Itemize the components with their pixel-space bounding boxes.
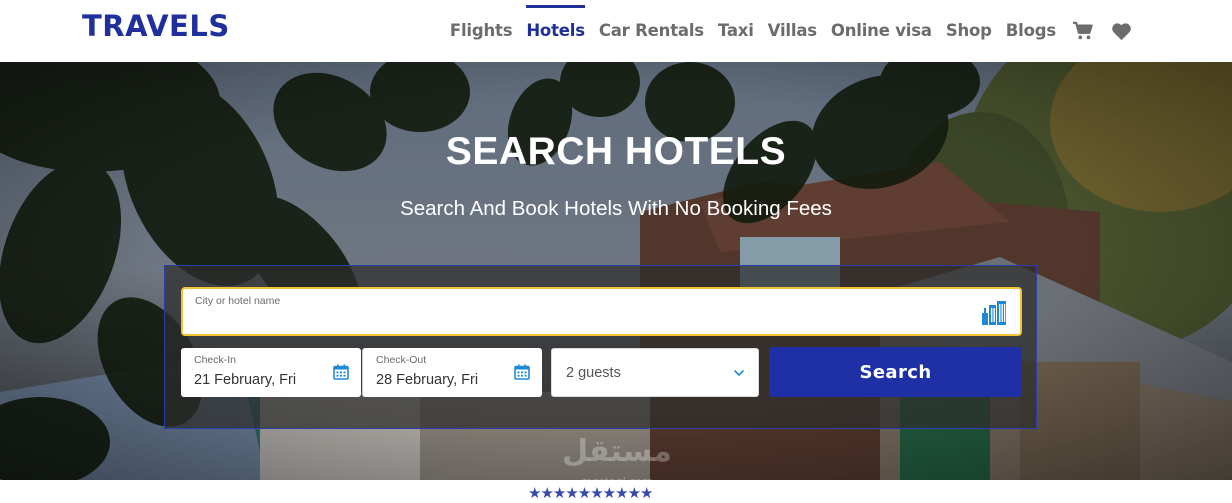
hotel-search-form: City or hotel name Check-In 21 February,…: [164, 265, 1037, 429]
calendar-icon[interactable]: [333, 364, 349, 380]
chevron-down-icon: [734, 370, 744, 377]
hero-title: SEARCH HOTELS: [445, 130, 787, 173]
nav-villas[interactable]: Villas: [768, 0, 817, 62]
nav-flights[interactable]: Flights: [450, 0, 513, 62]
calendar-icon[interactable]: [514, 364, 530, 380]
city-field-label: City or hotel name: [195, 295, 281, 307]
main-nav: Flights Hotels Car Rentals Taxi Villas O…: [436, 0, 1132, 62]
hero-subtitle: Search And Book Hotels With No Booking F…: [400, 197, 832, 220]
checkin-field[interactable]: Check-In 21 February, Fri: [181, 348, 361, 397]
city-input[interactable]: [195, 311, 965, 331]
guests-select[interactable]: 2 guests: [551, 348, 759, 397]
nav-hotels[interactable]: Hotels: [526, 0, 585, 62]
cart-icon[interactable]: [1072, 20, 1094, 42]
rating-stars: ★★★★★★★★★★: [528, 484, 653, 502]
checkout-label: Check-Out: [376, 354, 427, 366]
nav-taxi[interactable]: Taxi: [718, 0, 754, 62]
checkin-label: Check-In: [194, 354, 237, 366]
heart-icon[interactable]: [1110, 20, 1132, 42]
site-header: TRAVELS Flights Hotels Car Rentals Taxi …: [0, 0, 1232, 62]
nav-blogs[interactable]: Blogs: [1006, 0, 1056, 62]
city-field[interactable]: City or hotel name: [181, 287, 1022, 336]
logo[interactable]: TRAVELS: [82, 9, 230, 43]
checkin-value: 21 February, Fri: [194, 372, 297, 388]
checkout-field[interactable]: Check-Out 28 February, Fri: [362, 348, 542, 397]
hero-section: SEARCH HOTELS Search And Book Hotels Wit…: [0, 62, 1232, 480]
search-button[interactable]: Search: [769, 347, 1022, 397]
checkout-value: 28 February, Fri: [376, 372, 479, 388]
nav-online-visa[interactable]: Online visa: [831, 0, 932, 62]
watermark-logo: مستقل mostaql.com: [562, 434, 672, 480]
nav-car-rentals[interactable]: Car Rentals: [599, 0, 704, 62]
nav-shop[interactable]: Shop: [946, 0, 992, 62]
guests-value: 2 guests: [566, 365, 621, 381]
svg-text:مستقل: مستقل: [562, 434, 672, 469]
city-buildings-icon: [982, 301, 1006, 325]
